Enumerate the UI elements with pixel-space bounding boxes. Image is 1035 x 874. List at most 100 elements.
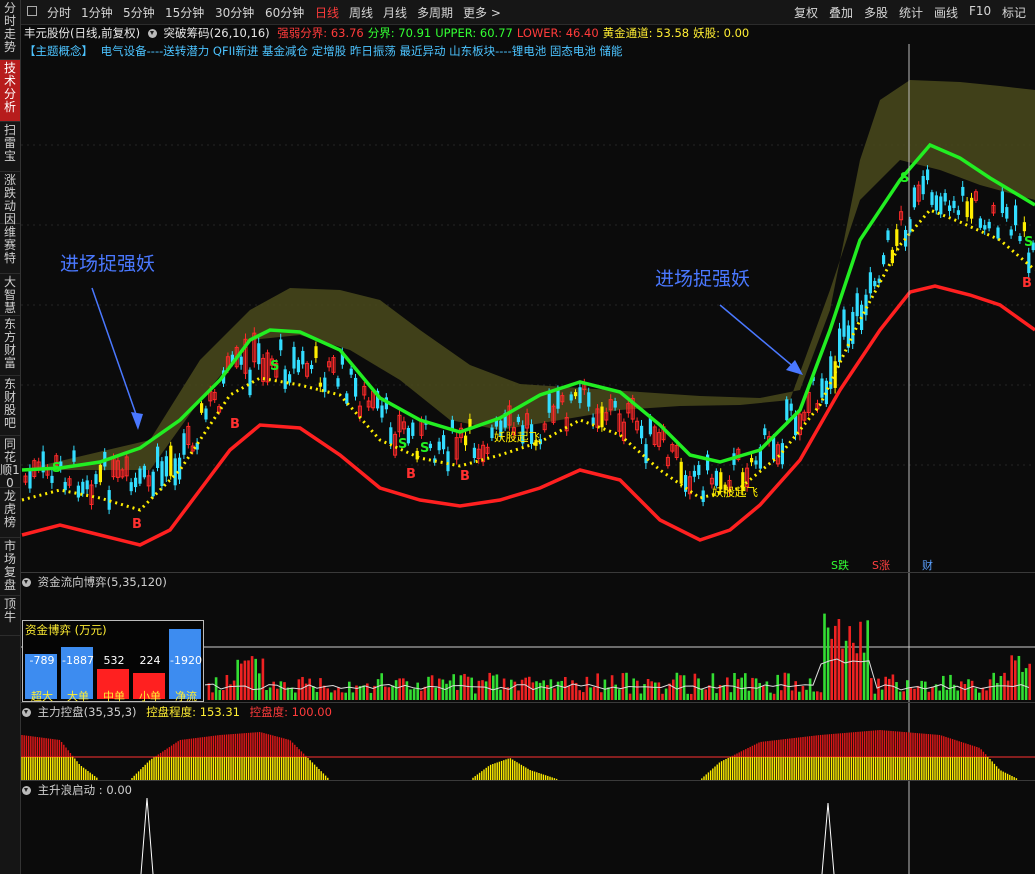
fund-flow-bar xyxy=(312,686,315,700)
fund-flow-bar xyxy=(578,690,581,700)
fund-flow-bar xyxy=(499,689,502,700)
candle-body xyxy=(714,470,718,486)
fund-flow-bar xyxy=(470,677,473,700)
fund-flow-bar xyxy=(715,693,718,700)
panel-fund-flow-title[interactable]: 资金流向博弈(5,35,120) xyxy=(38,575,167,589)
sell-signal: S xyxy=(1024,235,1033,250)
fund-flow-bar xyxy=(481,680,484,700)
fund-flow-label-1: 大单 xyxy=(67,690,89,703)
kline-chart[interactable]: BBB BBSSS SSS妖股起飞妖股起飞S跌 S涨财 xyxy=(0,0,1035,874)
fund-flow-bar xyxy=(348,681,351,700)
fund-flow-bar xyxy=(240,663,243,700)
fund-flow-bar xyxy=(794,681,797,700)
candle-body xyxy=(943,193,947,202)
fund-flow-bar xyxy=(920,680,923,700)
candle-body xyxy=(956,210,960,215)
fund-flow-bar xyxy=(409,689,412,700)
fund-flow-bar xyxy=(873,693,877,700)
fund-flow-bar xyxy=(808,678,812,700)
panel-control-title[interactable]: 主力控盘(35,35,3) xyxy=(38,705,137,719)
fund-flow-value-2: 532 xyxy=(103,654,125,667)
candle-body xyxy=(996,227,1000,239)
fund-flow-bar xyxy=(416,682,419,700)
dropdown-icon[interactable] xyxy=(22,786,31,795)
candle-body xyxy=(679,461,683,484)
annotation-arrow xyxy=(91,287,139,421)
fund-flow-bar xyxy=(826,627,830,700)
fund-flow-bar xyxy=(402,678,405,700)
fund-flow-bar xyxy=(330,692,333,700)
fund-flow-bar xyxy=(650,681,653,700)
fund-flow-bar xyxy=(906,680,909,700)
fund-flow-bar xyxy=(672,679,675,700)
candle-body xyxy=(965,201,969,218)
candle-body xyxy=(389,427,393,444)
dropdown-icon[interactable] xyxy=(22,708,31,717)
dropdown-icon[interactable] xyxy=(22,578,31,587)
fund-flow-bar xyxy=(250,656,254,700)
fund-flow-bar xyxy=(790,690,794,700)
fund-flow-bar xyxy=(319,678,322,700)
fund-flow-bar xyxy=(549,679,553,700)
fund-flow-bar xyxy=(394,680,398,700)
candle-body xyxy=(868,272,872,294)
candle-body xyxy=(820,378,824,398)
fund-flow-legend-title: 资金博弈 (万元) xyxy=(25,623,107,637)
candle-body xyxy=(464,435,468,446)
candle-body xyxy=(349,368,353,375)
fund-flow-bar xyxy=(729,692,733,700)
candle-body xyxy=(789,403,793,411)
fund-flow-bar xyxy=(430,675,434,700)
fund-flow-bar xyxy=(628,693,632,700)
fund-flow-bar xyxy=(290,687,293,700)
candle-body xyxy=(164,456,168,477)
fund-flow-bar xyxy=(859,621,862,700)
candle-body xyxy=(239,356,243,365)
fund-flow-bar xyxy=(1017,655,1021,700)
fund-flow-bar xyxy=(769,692,772,700)
fund-flow-bar xyxy=(434,687,437,700)
panel-wave-title[interactable]: 主升浪启动 : 0.00 xyxy=(38,783,132,797)
candle-body xyxy=(895,229,899,246)
fund-flow-bar xyxy=(722,685,725,700)
fund-flow-bar xyxy=(776,674,779,700)
sell-signal: S xyxy=(270,359,279,374)
fund-flow-bar xyxy=(520,679,524,700)
fund-flow-bar xyxy=(207,683,211,700)
buy-signal: B xyxy=(230,417,240,432)
fund-flow-bar xyxy=(661,693,664,700)
candle-body xyxy=(138,468,142,484)
candle-body xyxy=(970,197,974,219)
fund-flow-bar xyxy=(553,688,556,700)
fund-flow-bar xyxy=(405,681,409,700)
fund-flow-bar xyxy=(686,693,689,700)
fund-flow-bar xyxy=(218,689,221,700)
fund-flow-bar xyxy=(988,679,992,700)
fund-flow-bar xyxy=(315,691,319,700)
candle-body xyxy=(754,460,758,465)
candle-body xyxy=(873,280,877,287)
candle-body xyxy=(952,200,956,208)
fund-flow-bar xyxy=(582,692,585,700)
candle-body xyxy=(446,451,450,472)
fund-flow-bar xyxy=(513,681,517,700)
fund-flow-value-1: -1887 xyxy=(62,654,94,667)
candle-body xyxy=(978,218,982,228)
fund-flow-bar xyxy=(391,685,394,700)
fund-flow-bar xyxy=(1028,663,1031,700)
candle-body xyxy=(94,474,98,484)
panel-control-header: 主力控盘(35,35,3) 控盘程度: 153.31 控盘度: 100.00 xyxy=(22,704,332,720)
yao-label: 妖股起飞 xyxy=(494,430,540,444)
fund-flow-bar xyxy=(880,689,884,700)
fund-flow-bar xyxy=(866,620,869,700)
wave-spike xyxy=(140,797,154,874)
candle-body xyxy=(85,480,89,490)
sell-signal: S xyxy=(398,437,407,452)
candle-body xyxy=(134,477,138,488)
candle-body xyxy=(411,422,415,436)
candle-body xyxy=(279,339,283,351)
fund-flow-label-2: 中单 xyxy=(103,690,125,703)
fund-flow-bar xyxy=(603,679,607,700)
candle-body xyxy=(178,457,182,480)
fund-flow-bar xyxy=(261,658,265,700)
